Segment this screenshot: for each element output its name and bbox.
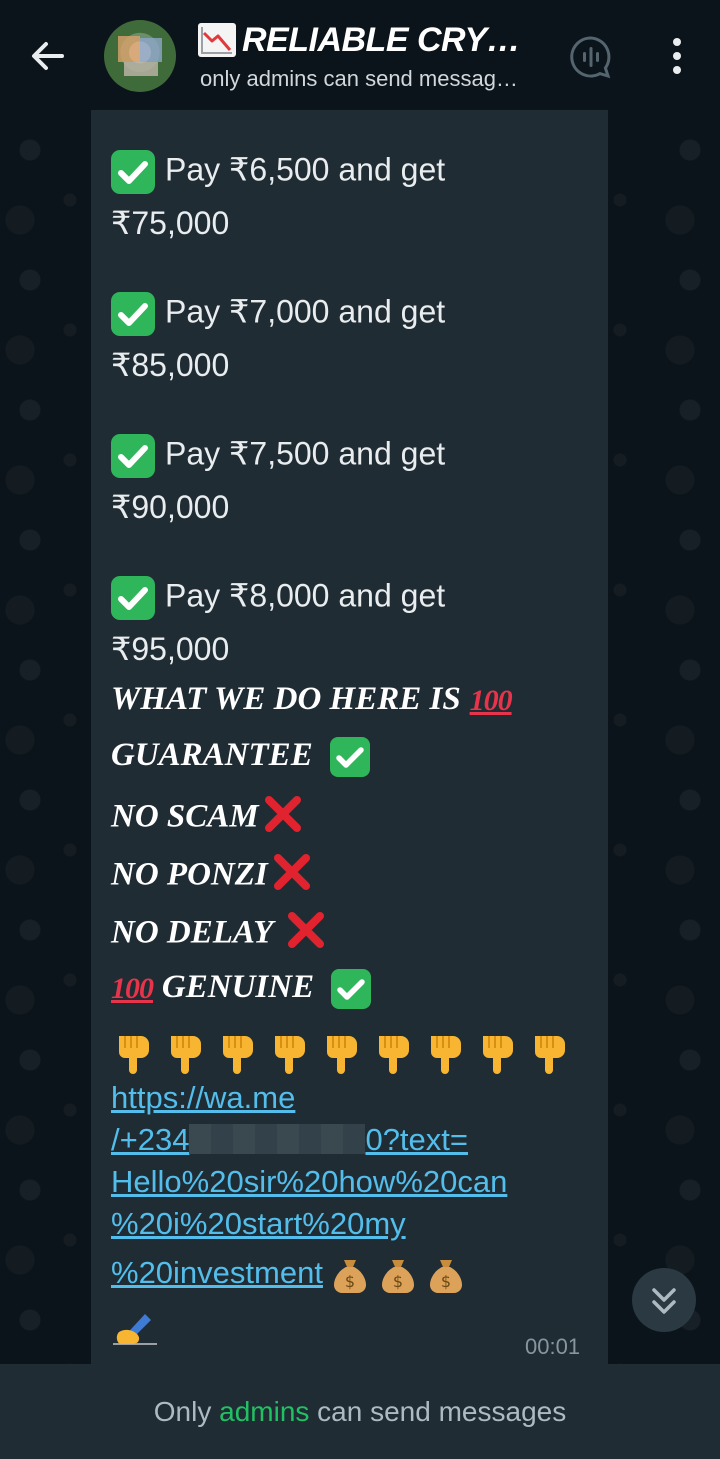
pointing-down-row — [111, 1030, 571, 1076]
claim-genuine: 100 GENUINE — [111, 968, 371, 1009]
pointing-down-icon — [275, 1036, 305, 1074]
claim-what-we-do: WHAT WE DO HERE IS 100 — [111, 681, 513, 717]
offer-amount: ₹90,000 — [111, 489, 230, 525]
claim-no-scam: NO SCAM — [111, 794, 303, 842]
writing-hand-icon — [113, 1314, 157, 1345]
offer-amount: ₹85,000 — [111, 347, 230, 383]
pointing-down-icon — [431, 1036, 461, 1074]
more-options-icon[interactable] — [660, 34, 694, 78]
money-bag-icon: $ — [425, 1254, 467, 1296]
money-bag-icon: $ — [329, 1254, 371, 1296]
redacted-phone-number — [189, 1124, 366, 1154]
whatsapp-link[interactable]: https://wa.me — [111, 1080, 295, 1116]
offer-line: Pay ₹7,000 and get — [111, 292, 445, 336]
whatsapp-link[interactable]: %20i%20start%20my — [111, 1206, 406, 1242]
claim-guarantee: GUARANTEE — [111, 736, 370, 777]
group-subtitle[interactable]: only admins can send messag… — [200, 66, 518, 92]
check-mark-icon — [330, 968, 371, 1009]
chat-background[interactable]: Pay ₹6,500 and get ₹75,000 Pay ₹7,000 an… — [0, 110, 720, 1364]
svg-text:$: $ — [393, 1272, 403, 1291]
voice-chat-icon[interactable] — [568, 34, 614, 80]
cross-mark-icon — [263, 794, 303, 842]
cross-mark-icon — [286, 910, 326, 958]
admins-link[interactable]: admins — [219, 1396, 309, 1427]
whatsapp-link[interactable]: %20investment $ $ $ — [111, 1254, 467, 1296]
message-bubble[interactable]: Pay ₹6,500 and get ₹75,000 Pay ₹7,000 an… — [91, 110, 608, 1364]
offer-amount: ₹95,000 — [111, 631, 230, 667]
svg-text:$: $ — [441, 1272, 451, 1291]
chart-decreasing-icon — [198, 23, 236, 57]
claim-no-delay: NO DELAY — [111, 910, 326, 958]
svg-text:$: $ — [345, 1272, 355, 1291]
cross-mark-icon — [272, 852, 312, 900]
group-avatar[interactable] — [104, 20, 176, 92]
offer-line: Pay ₹7,500 and get — [111, 434, 445, 478]
pointing-down-icon — [171, 1036, 201, 1074]
pointing-down-icon — [119, 1036, 149, 1074]
admins-only-bar: Only admins can send messages — [0, 1364, 720, 1459]
pointing-down-icon — [483, 1036, 513, 1074]
offer-line: Pay ₹6,500 and get — [111, 150, 445, 194]
pointing-down-icon — [223, 1036, 253, 1074]
back-arrow-icon[interactable] — [26, 34, 70, 78]
pointing-down-icon — [535, 1036, 565, 1074]
offer-line: Pay ₹8,000 and get — [111, 576, 445, 620]
scroll-to-bottom-button[interactable] — [632, 1268, 696, 1332]
hundred-points-icon: 100 — [111, 971, 154, 1005]
check-mark-icon — [111, 434, 155, 478]
money-bag-icon: $ — [377, 1254, 419, 1296]
check-mark-icon — [111, 150, 155, 194]
hundred-points-icon: 100 — [469, 683, 513, 717]
whatsapp-link[interactable]: Hello%20sir%20how%20can — [111, 1164, 507, 1200]
double-chevron-down-icon — [652, 1288, 676, 1314]
admins-only-notice: Only admins can send messages — [153, 1395, 567, 1427]
pointing-down-icon — [327, 1036, 357, 1074]
whatsapp-link[interactable]: /+234 0?text= — [111, 1122, 468, 1158]
claim-no-ponzi: NO PONZI — [111, 852, 312, 900]
group-title-text: RELIABLE CRY… — [242, 20, 521, 59]
offer-amount: ₹75,000 — [111, 205, 230, 241]
message-timestamp: 00:01 — [525, 1334, 581, 1359]
chat-header: RELIABLE CRY… only admins can send messa… — [0, 0, 720, 110]
check-mark-icon — [329, 736, 370, 777]
check-mark-icon — [111, 292, 155, 336]
group-title[interactable]: RELIABLE CRY… — [198, 20, 558, 60]
pointing-down-icon — [379, 1036, 409, 1074]
check-mark-icon — [111, 576, 155, 620]
